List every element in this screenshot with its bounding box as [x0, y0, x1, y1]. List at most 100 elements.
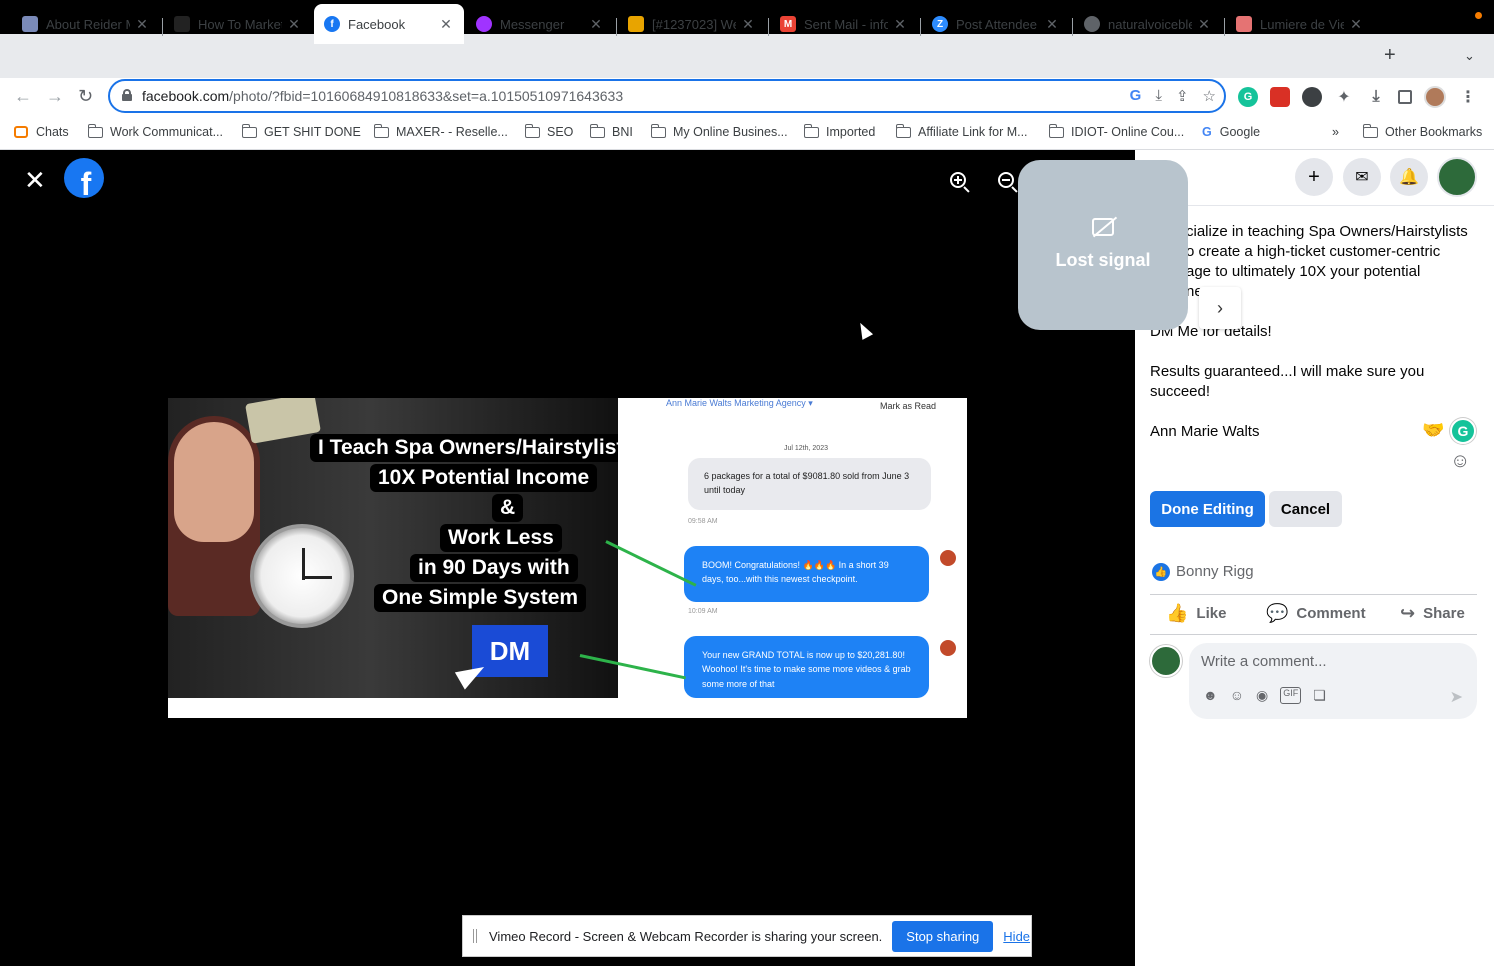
lock-icon[interactable] [122, 89, 132, 101]
profile-avatar[interactable] [1424, 86, 1446, 108]
bookmark-google[interactable]: G Google [1202, 125, 1260, 139]
comment-input[interactable]: Write a comment... ☻ ☺ ◉ GIF ❏ ➤ [1189, 643, 1477, 719]
red-extension-icon[interactable] [1270, 87, 1290, 107]
account-avatar[interactable] [1437, 157, 1477, 197]
back-arrow-icon[interactable]: ← [14, 86, 32, 107]
tab-favicon-icon [22, 16, 38, 32]
tab-favicon-icon [174, 16, 190, 32]
tab-lumiere[interactable]: Lumiere de Vie ✕ [1226, 8, 1374, 40]
bookmark-affiliate-link[interactable]: Affiliate Link for M... [895, 123, 1028, 139]
post-text-line-1[interactable]: cialize in teaching Spa Owners/Hairstyli… [1186, 222, 1468, 242]
close-icon[interactable]: ✕ [1348, 16, 1364, 33]
url-text[interactable]: facebook.com/photo/?fbid=101606849108186… [142, 88, 623, 104]
reload-icon[interactable]: ↻ [78, 86, 93, 107]
close-icon[interactable]: ✕ [438, 16, 454, 33]
post-text-results-1[interactable]: Results guaranteed...I will make sure yo… [1150, 362, 1424, 382]
post-text-results-2[interactable]: succeed! [1150, 382, 1210, 402]
share-button[interactable]: ↪ Share [1400, 603, 1465, 624]
create-plus-icon[interactable]: + [1295, 158, 1333, 196]
close-viewer-button[interactable]: ✕ [24, 165, 46, 196]
done-editing-button[interactable]: Done Editing [1150, 491, 1265, 527]
record-extension-icon[interactable] [1302, 87, 1322, 107]
drag-handle-icon[interactable] [473, 929, 477, 943]
like-reaction-icon: 👍 [1152, 563, 1170, 581]
zoom-in-icon[interactable] [950, 172, 972, 194]
close-icon[interactable]: ✕ [134, 16, 150, 33]
bookmark-my-online-business[interactable]: My Online Busines... [650, 123, 788, 139]
camera-icon[interactable]: ◉ [1256, 687, 1268, 704]
commenter-avatar[interactable] [1150, 645, 1182, 677]
tab-search-button[interactable]: ⌄ [1464, 48, 1475, 64]
post-photo[interactable]: I Teach Spa Owners/Hairstylists 10X Pote… [168, 398, 967, 718]
lost-signal-text: Lost signal [1055, 250, 1151, 270]
close-icon[interactable]: ✕ [286, 16, 302, 33]
share-icon[interactable]: ⇪ [1176, 87, 1189, 105]
forward-arrow-icon[interactable]: → [46, 86, 64, 107]
chat-screenshot: Ann Marie Walts Marketing Agency ▾ Mark … [618, 398, 967, 698]
facebook-logo-icon[interactable]: f [64, 158, 104, 198]
tab-naturalvoice[interactable]: naturalvoiceble ✕ [1074, 8, 1222, 40]
comment-button[interactable]: 💬 Comment [1266, 603, 1366, 624]
tab-how-to-market[interactable]: How To Marketi ✕ [164, 8, 312, 40]
bookmark-other-bookmarks[interactable]: Other Bookmarks [1362, 123, 1482, 139]
google-lens-icon[interactable]: G [1130, 87, 1142, 105]
folder-icon [1048, 123, 1064, 138]
bookmark-imported[interactable]: Imported [803, 123, 875, 139]
close-icon[interactable]: ✕ [892, 16, 908, 33]
tab-ticket[interactable]: [#1237023] We ✕ [618, 8, 766, 40]
grammarly-extension-icon[interactable]: G [1238, 87, 1258, 107]
bookmark-seo[interactable]: SEO [524, 123, 573, 139]
tab-facebook[interactable]: f Facebook ✕ [314, 4, 464, 44]
tab-gmail[interactable]: M Sent Mail - info ✕ [770, 8, 918, 40]
no-video-icon [1092, 218, 1114, 236]
chat-bubble-sent: BOOM! Congratulations! 🔥🔥🔥 In a short 39… [684, 546, 929, 602]
emoji-picker-icon[interactable]: ☺ [1450, 450, 1470, 473]
install-icon[interactable]: ⤓ [1155, 87, 1162, 105]
send-icon[interactable]: ➤ [1450, 687, 1463, 707]
bookmark-star-icon[interactable]: ☆ [1203, 87, 1216, 105]
side-panel-icon[interactable] [1398, 90, 1412, 104]
cancel-button[interactable]: Cancel [1269, 491, 1342, 527]
reaction-liker-name[interactable]: Bonny Rigg [1176, 562, 1254, 582]
kebab-menu-icon[interactable]: ⋮ [1458, 87, 1478, 107]
tab-about-reider[interactable]: About Reider M ✕ [12, 8, 160, 40]
gif-icon[interactable]: GIF [1280, 687, 1302, 704]
download-icon[interactable]: ⤓ [1366, 87, 1386, 107]
chat-timestamp: 10:09 AM [688, 608, 718, 615]
bookmarks-overflow-button[interactable]: » [1332, 125, 1339, 139]
stop-sharing-button[interactable]: Stop sharing [892, 920, 994, 952]
like-button[interactable]: 👍 Like [1166, 603, 1226, 624]
bookmark-idiot-online[interactable]: IDIOT- Online Cou... [1048, 123, 1184, 139]
chevron-right-icon[interactable]: › [1199, 287, 1241, 329]
address-bar[interactable]: facebook.com/photo/?fbid=101606849108186… [108, 79, 1226, 113]
bookmark-get-shit-done[interactable]: GET SHIT DONE [241, 123, 361, 139]
sticker-icon[interactable]: ❏ [1313, 687, 1326, 704]
notifications-bell-icon[interactable]: 🔔 [1390, 158, 1428, 196]
close-icon[interactable]: ✕ [588, 16, 604, 33]
bookmark-chats[interactable]: Chats [14, 125, 69, 139]
bookmark-bni[interactable]: BNI [589, 123, 633, 139]
chat-header: Ann Marie Walts Marketing Agency ▾ [666, 398, 813, 408]
tab-bar [0, 34, 1494, 78]
folder-icon [589, 123, 605, 138]
bookmark-work-communicat[interactable]: Work Communicat... [87, 123, 223, 139]
new-tab-button[interactable]: + [1384, 44, 1396, 67]
grammarly-icon[interactable]: G [1450, 418, 1476, 444]
close-icon[interactable]: ✕ [1196, 16, 1212, 33]
hide-link[interactable]: Hide [1003, 929, 1030, 944]
tab-post-attendee[interactable]: Z Post Attendee ✕ [922, 8, 1070, 40]
messenger-icon[interactable]: ✉ [1343, 158, 1381, 196]
close-icon[interactable]: ✕ [740, 16, 756, 33]
bookmark-maxer[interactable]: MAXER- - Reselle... [373, 123, 508, 139]
zoom-out-icon[interactable] [998, 172, 1020, 194]
close-icon[interactable]: ✕ [1044, 16, 1060, 33]
puzzle-extensions-icon[interactable]: ✦ [1334, 87, 1354, 107]
thumbs-up-icon: 👍 [1166, 603, 1189, 623]
post-text-line-3[interactable]: age to ultimately 10X your potential [1186, 262, 1420, 282]
folder-icon [373, 123, 389, 138]
post-text-line-2[interactable]: o create a high-ticket customer-centric [1186, 242, 1440, 262]
tab-messenger[interactable]: Messenger ✕ [466, 8, 614, 40]
avatar-sticker-icon[interactable]: ☻ [1203, 687, 1218, 704]
emoji-icon[interactable]: ☺ [1230, 687, 1244, 704]
post-text-signature[interactable]: Ann Marie Walts [1150, 422, 1259, 442]
